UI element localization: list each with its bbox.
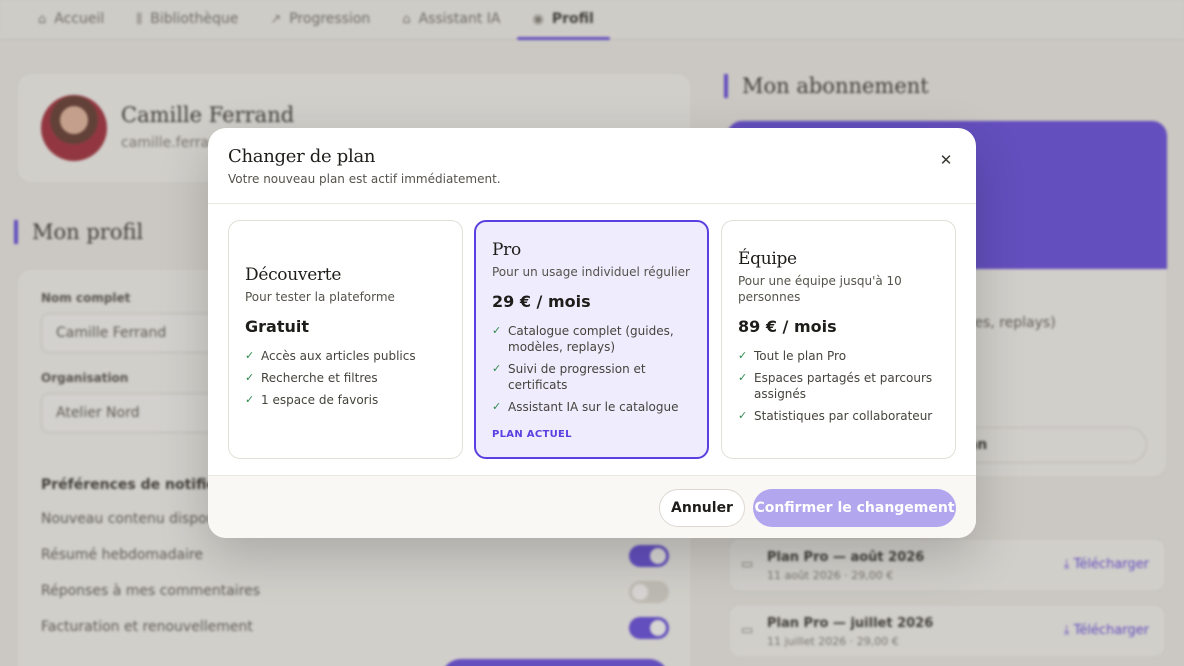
check-icon: ✓ bbox=[245, 371, 255, 384]
confirm-change-button[interactable]: Confirmer le changement bbox=[753, 489, 956, 527]
check-icon: ✓ bbox=[738, 409, 748, 422]
plan-feature: ✓ 1 espace de favoris bbox=[245, 392, 448, 408]
plan-features: ✓ Catalogue complet (guides, modèles, rep… bbox=[492, 323, 693, 421]
plan-name: Pro bbox=[492, 239, 521, 260]
plan-feature: ✓ Espaces partagés et parcours assignés bbox=[738, 370, 941, 402]
plan-features: ✓ Tout le plan Pro ✓ Espaces partagés et p… bbox=[738, 348, 941, 430]
dialog-title: Changer de plan bbox=[228, 146, 376, 167]
feature-text: Tout le plan Pro bbox=[754, 349, 847, 363]
plan-feature: ✓ Catalogue complet (guides, modèles, rep… bbox=[492, 323, 693, 355]
check-icon: ✓ bbox=[738, 371, 748, 384]
feature-text: Assistant IA sur le catalogue bbox=[508, 399, 679, 414]
plan-price: 29 € / mois bbox=[492, 291, 591, 311]
check-icon: ✓ bbox=[738, 349, 748, 362]
plan-name: Découverte bbox=[245, 265, 342, 285]
change-plan-dialog: Changer de plan Votre nouveau plan est a… bbox=[208, 128, 976, 538]
feature-text: Accès aux articles publics bbox=[261, 349, 416, 363]
dialog-footer: Annuler Confirmer le changement bbox=[208, 475, 976, 538]
plan-name: Équipe bbox=[738, 249, 797, 269]
dialog-subtitle: Votre nouveau plan est actif immédiateme… bbox=[228, 172, 501, 186]
check-icon: ✓ bbox=[492, 323, 502, 337]
plan-feature: ✓ Accès aux articles publics bbox=[245, 348, 448, 364]
plan-feature: ✓ Tout le plan Pro bbox=[738, 348, 941, 364]
plan-options: Découverte Pour tester la plateforme Gra… bbox=[228, 220, 956, 460]
plan-description: Pour une équipe jusqu'à 10 personnes bbox=[738, 274, 902, 304]
plan-option-pro[interactable]: Pro Pour un usage individuel régulier 29… bbox=[474, 220, 709, 459]
check-icon: ✓ bbox=[492, 399, 502, 413]
feature-text: Catalogue complet (guides, modèles, repl… bbox=[508, 323, 674, 354]
plan-price: Gratuit bbox=[245, 317, 309, 336]
feature-text: Statistiques par collaborateur bbox=[754, 409, 933, 423]
check-icon: ✓ bbox=[492, 361, 502, 375]
feature-text: 1 espace de favoris bbox=[261, 393, 379, 407]
feature-text: Recherche et filtres bbox=[261, 371, 378, 385]
check-icon: ✓ bbox=[245, 393, 255, 406]
plan-feature: ✓ Statistiques par collaborateur bbox=[738, 408, 941, 424]
feature-text: Suivi de progression et certificats bbox=[508, 361, 646, 392]
current-plan-badge: PLAN ACTUEL bbox=[492, 428, 572, 440]
plan-description: Pour un usage individuel régulier bbox=[492, 264, 690, 279]
close-icon[interactable]: ✕ bbox=[932, 146, 960, 174]
check-icon: ✓ bbox=[245, 349, 255, 362]
plan-features: ✓ Accès aux articles publics ✓ Recherche e… bbox=[245, 348, 448, 414]
plan-feature: ✓ Recherche et filtres bbox=[245, 370, 448, 386]
dialog-header: Changer de plan Votre nouveau plan est a… bbox=[208, 128, 976, 204]
plan-option-decouverte[interactable]: Découverte Pour tester la plateforme Gra… bbox=[228, 220, 463, 459]
cancel-button[interactable]: Annuler bbox=[659, 489, 745, 527]
plan-option-equipe[interactable]: Équipe Pour une équipe jusqu'à 10 person… bbox=[721, 220, 956, 459]
plan-price: 89 € / mois bbox=[738, 317, 837, 336]
plan-feature: ✓ Suivi de progression et certificats bbox=[492, 361, 693, 393]
plan-feature: ✓ Assistant IA sur le catalogue bbox=[492, 399, 693, 415]
feature-text: Espaces partagés et parcours assignés bbox=[754, 371, 933, 401]
plan-description: Pour tester la plateforme bbox=[245, 290, 395, 304]
